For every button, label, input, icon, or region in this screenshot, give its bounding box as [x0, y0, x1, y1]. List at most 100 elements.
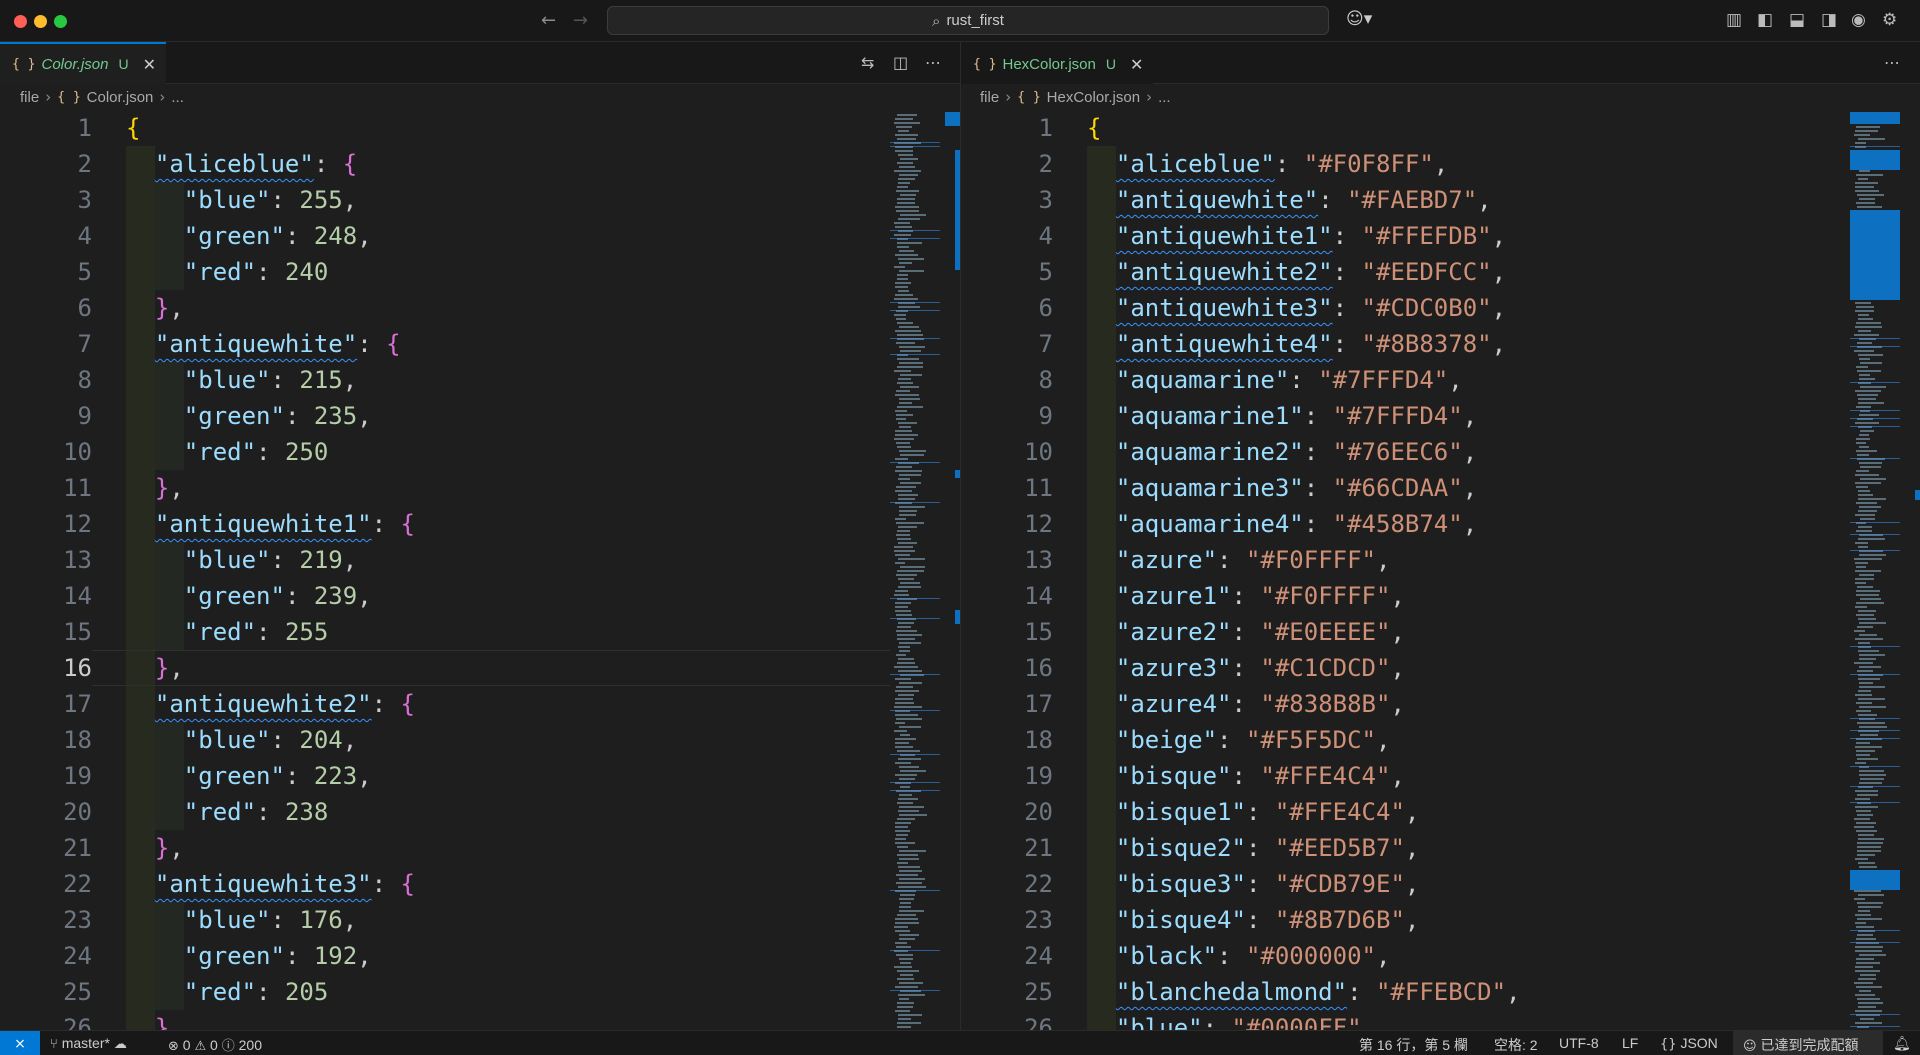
code-line[interactable]: 24 "black": "#000000",: [961, 938, 1850, 974]
code-line[interactable]: 14 "azure1": "#F0FFFF",: [961, 578, 1850, 614]
code-line[interactable]: 23 "blue": 176,: [0, 902, 890, 938]
code-line[interactable]: 7 "antiquewhite": {: [0, 326, 890, 362]
code-line[interactable]: 13 "azure": "#F0FFFF",: [961, 542, 1850, 578]
minimap-text: [1857, 490, 1871, 492]
code-line[interactable]: 11},: [0, 470, 890, 506]
code-line[interactable]: 18 "beige": "#F5F5DC",: [961, 722, 1850, 758]
back-arrow-icon[interactable]: ←: [541, 10, 556, 31]
code-line[interactable]: 12 "antiquewhite1": {: [0, 506, 890, 542]
code-line[interactable]: 3 "blue": 255,: [0, 182, 890, 218]
breadcrumb-file[interactable]: HexColor.json: [1047, 89, 1140, 106]
maximize-window-button[interactable]: [54, 15, 67, 28]
code-line[interactable]: 15 "azure2": "#E0EEEE",: [961, 614, 1850, 650]
code-line[interactable]: 11 "aquamarine3": "#66CDAA",: [961, 470, 1850, 506]
code-line[interactable]: 16},: [0, 650, 890, 686]
code-line[interactable]: 20 "bisque1": "#FFE4C4",: [961, 794, 1850, 830]
code-token: ,: [1433, 150, 1449, 178]
code-line[interactable]: 5 "red": 240: [0, 254, 890, 290]
encoding[interactable]: UTF-8: [1559, 1035, 1599, 1051]
code-line[interactable]: 7 "antiquewhite4": "#8B8378",: [961, 326, 1850, 362]
code-line[interactable]: 2 "aliceblue": {: [0, 146, 890, 182]
code-token: 192: [313, 942, 358, 970]
code-token: :: [270, 726, 300, 754]
code-line[interactable]: 13 "blue": 219,: [0, 542, 890, 578]
code-line[interactable]: 19 "green": 223,: [0, 758, 890, 794]
code-line[interactable]: 2 "aliceblue": "#F0F8FF",: [961, 146, 1850, 182]
notifications-bell-icon[interactable]: 🔔︎: [1893, 1035, 1911, 1052]
code-line[interactable]: 22 "antiquewhite3": {: [0, 866, 890, 902]
tab-hexcolor-json[interactable]: { } HexColor.json U ✕: [961, 42, 1154, 84]
account-icon[interactable]: ◉: [1851, 10, 1866, 30]
code-token: "#FFEBCD": [1375, 978, 1507, 1006]
code-line[interactable]: 10 "aquamarine2": "#76EEC6",: [961, 434, 1850, 470]
code-line[interactable]: 24 "green": 192,: [0, 938, 890, 974]
more-actions-icon[interactable]: ⋯: [1884, 53, 1900, 72]
left-code-editor[interactable]: 1{2 "aliceblue": {3 "blue": 255, 4 "green": …: [0, 110, 890, 1030]
cursor-position[interactable]: 第 16 行，第 5 欄: [1359, 1035, 1468, 1055]
breadcrumb-symbol[interactable]: ...: [1158, 89, 1171, 106]
code-line[interactable]: 21 "bisque2": "#EED5B7",: [961, 830, 1850, 866]
remote-indicator-icon[interactable]: ⨯: [0, 1031, 40, 1055]
right-minimap[interactable]: [1850, 110, 1920, 1030]
command-center-search[interactable]: ⌕ rust_first: [607, 6, 1329, 35]
code-line[interactable]: 9 "green": 235,: [0, 398, 890, 434]
code-line[interactable]: 22 "bisque3": "#CDB79E",: [961, 866, 1850, 902]
end-of-line[interactable]: LF: [1622, 1035, 1638, 1051]
code-line[interactable]: 1{: [961, 110, 1850, 146]
code-line[interactable]: 26},: [0, 1010, 890, 1030]
minimap-text: [1855, 126, 1880, 128]
close-window-button[interactable]: [14, 15, 27, 28]
customize-layout-icon[interactable]: ▥: [1726, 10, 1742, 30]
settings-gear-icon[interactable]: ⚙: [1882, 10, 1897, 30]
code-line[interactable]: 23 "bisque4": "#8B7D6B",: [961, 902, 1850, 938]
language-mode[interactable]: {} JSON: [1660, 1035, 1718, 1052]
more-actions-icon[interactable]: ⋯: [925, 53, 941, 72]
left-minimap[interactable]: [890, 110, 960, 1030]
code-line[interactable]: 21},: [0, 830, 890, 866]
code-line[interactable]: 25 "blanchedalmond": "#FFEBCD",: [961, 974, 1850, 1010]
split-editor-icon[interactable]: ◫: [893, 53, 908, 72]
toggle-secondary-sidebar-icon[interactable]: ◨: [1821, 10, 1837, 30]
code-line[interactable]: 17 "antiquewhite2": {: [0, 686, 890, 722]
code-line[interactable]: 14 "green": 239,: [0, 578, 890, 614]
close-tab-icon[interactable]: ✕: [143, 55, 156, 74]
right-code-editor[interactable]: 1{2 "aliceblue": "#F0F8FF", 3 "antiquewhite…: [961, 110, 1850, 1030]
problems-indicator[interactable]: ⊗ 0 ⚠ 0 ⓘ 200: [168, 1035, 262, 1054]
code-line[interactable]: 16 "azure3": "#C1CDCD",: [961, 650, 1850, 686]
code-line[interactable]: 20 "red": 238: [0, 794, 890, 830]
minimize-window-button[interactable]: [34, 15, 47, 28]
open-changes-icon[interactable]: ⇆: [861, 53, 874, 72]
code-line[interactable]: 15 "red": 255: [0, 614, 890, 650]
code-line[interactable]: 17 "azure4": "#838B8B",: [961, 686, 1850, 722]
code-line[interactable]: 4 "green": 248,: [0, 218, 890, 254]
toggle-panel-icon[interactable]: ⬓: [1789, 10, 1805, 30]
code-line[interactable]: 5 "antiquewhite2": "#EEDFCC",: [961, 254, 1850, 290]
code-line[interactable]: 4 "antiquewhite1": "#FFEFDB",: [961, 218, 1850, 254]
line-number: 14: [63, 582, 92, 610]
git-branch[interactable]: ⑂ master* ☁: [50, 1035, 127, 1052]
toggle-primary-sidebar-icon[interactable]: ◧: [1757, 10, 1773, 30]
code-line[interactable]: 12 "aquamarine4": "#458B74",: [961, 506, 1850, 542]
code-line[interactable]: 6},: [0, 290, 890, 326]
breadcrumb-symbol[interactable]: ...: [171, 89, 184, 106]
code-line[interactable]: 3 "antiquewhite": "#FAEBD7",: [961, 182, 1850, 218]
code-line[interactable]: 6 "antiquewhite3": "#CDC0B0",: [961, 290, 1850, 326]
indentation[interactable]: 空格: 2: [1494, 1035, 1538, 1055]
code-line[interactable]: 26 "blue": "#0000FF",: [961, 1010, 1850, 1030]
tab-color-json[interactable]: { } Color.json U ✕: [0, 42, 166, 84]
copilot-icon[interactable]: ☺▾: [1346, 9, 1372, 29]
breadcrumb-folder[interactable]: file: [980, 89, 999, 106]
copilot-quota-status[interactable]: ☺ 已達到完成配額: [1743, 1035, 1858, 1055]
code-line[interactable]: 8 "aquamarine": "#7FFFD4",: [961, 362, 1850, 398]
close-tab-icon[interactable]: ✕: [1130, 55, 1143, 74]
code-line[interactable]: 25 "red": 205: [0, 974, 890, 1010]
breadcrumb-file[interactable]: Color.json: [87, 89, 154, 106]
code-line[interactable]: 8 "blue": 215,: [0, 362, 890, 398]
code-line[interactable]: 19 "bisque": "#FFE4C4",: [961, 758, 1850, 794]
code-line[interactable]: 9 "aquamarine1": "#7FFFD4",: [961, 398, 1850, 434]
forward-arrow-icon[interactable]: →: [573, 10, 588, 31]
code-line[interactable]: 18 "blue": 204,: [0, 722, 890, 758]
code-line[interactable]: 1{: [0, 110, 890, 146]
breadcrumb-folder[interactable]: file: [20, 89, 39, 106]
code-line[interactable]: 10 "red": 250: [0, 434, 890, 470]
